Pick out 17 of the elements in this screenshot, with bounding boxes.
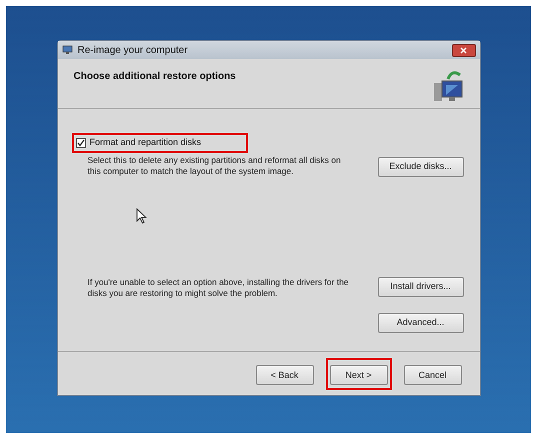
checkmark-icon [76, 138, 84, 147]
format-checkbox-option[interactable]: Format and repartition disks [74, 135, 246, 150]
checkbox[interactable] [76, 138, 86, 148]
format-description: Select this to delete any existing partitions and reformat all disks on this computer to match the layout of the system image. [88, 154, 342, 176]
advanced-button[interactable]: Advanced... [378, 312, 464, 332]
wizard-button[interactable]: < Back [256, 365, 314, 386]
install-drivers-button[interactable]: Install drivers... [378, 276, 464, 296]
page-heading: Choose additional restore options [74, 70, 236, 84]
computer-icon [62, 44, 74, 56]
mouse-pointer-icon [136, 208, 147, 224]
window-title: Re-image your computer [78, 44, 189, 58]
wizard-button[interactable]: Next > [330, 365, 388, 386]
wizard-button[interactable]: Cancel [404, 365, 462, 386]
close-button[interactable] [452, 44, 476, 56]
close-icon [460, 46, 467, 54]
drivers-description: If you're unable to select an option above, installing the drivers for the disks you are restoring to might solve the problem. [88, 276, 350, 298]
exclude-disks-button[interactable]: Exclude disks... [378, 156, 464, 176]
